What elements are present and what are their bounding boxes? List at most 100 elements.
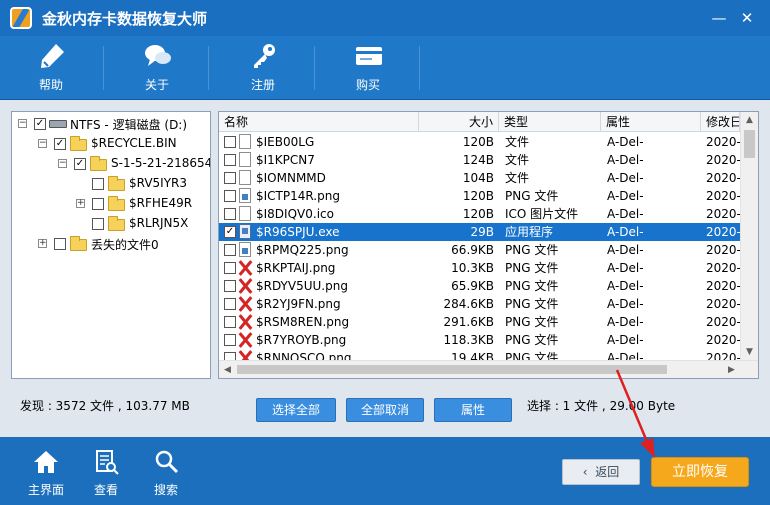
tree-checkbox[interactable]	[92, 178, 104, 190]
column-header-size[interactable]: 大小	[419, 112, 499, 132]
file-modified: 2020-	[706, 189, 740, 203]
file-checkbox[interactable]: ✓	[224, 226, 236, 238]
toolbar-about-button[interactable]: 关于	[122, 40, 192, 96]
file-type: PNG 文件	[505, 279, 559, 293]
bottom-bar: 主界面 查看 搜索 ‹ 返回 立即恢复	[0, 437, 770, 505]
close-button[interactable]: ✕	[736, 7, 758, 29]
file-checkbox[interactable]	[224, 208, 236, 220]
tree-node[interactable]: + 丢失的文件0	[12, 234, 210, 254]
tree-checkbox[interactable]: ✓	[74, 158, 86, 170]
scroll-right-icon[interactable]: ▶	[723, 362, 740, 378]
tree-checkbox[interactable]	[92, 218, 104, 230]
file-size: 118.3KB	[443, 333, 494, 347]
column-header-attributes[interactable]: 属性	[601, 112, 701, 132]
file-name: $I1KPCN7	[256, 153, 315, 167]
tree-expander[interactable]: −	[58, 159, 67, 168]
pen-icon	[41, 44, 64, 68]
home-icon	[34, 451, 58, 473]
tree-node[interactable]: + $RFHE49R	[12, 194, 210, 214]
file-checkbox[interactable]	[224, 280, 236, 292]
tree-checkbox[interactable]: ✓	[34, 118, 46, 130]
file-row[interactable]: $RSM8REN.png 291.6KB PNG 文件 A-Del- 2020-	[219, 313, 740, 331]
scroll-left-icon[interactable]: ◀	[219, 362, 236, 378]
toolbar-help-button[interactable]: 帮助	[16, 40, 86, 96]
scroll-down-icon[interactable]: ▼	[741, 344, 758, 360]
file-checkbox[interactable]	[224, 298, 236, 310]
column-header-modified[interactable]: 修改日	[701, 112, 740, 132]
file-attributes: A-Del-	[607, 261, 644, 275]
file-attributes: A-Del-	[607, 225, 644, 239]
file-attributes: A-Del-	[607, 297, 644, 311]
file-checkbox[interactable]	[224, 262, 236, 274]
column-header-name[interactable]: 名称	[219, 112, 419, 132]
tree-checkbox[interactable]	[92, 198, 104, 210]
tree-expander[interactable]: −	[38, 139, 47, 148]
search-button[interactable]: 搜索	[139, 445, 193, 499]
selection-status: 选择 : 1 文件 , 29.00 Byte	[527, 399, 676, 413]
app-window: 金秋内存卡数据恢复大师 — ✕ 帮助 关于 注册 购买 − ✓ NTFS - 逻…	[0, 0, 770, 505]
file-name: $R7YROYB.png	[256, 333, 347, 347]
file-row[interactable]: $RDYV5UU.png 65.9KB PNG 文件 A-Del- 2020-	[219, 277, 740, 295]
folder-icon	[90, 156, 107, 171]
file-row[interactable]: $RKPTAIJ.png 10.3KB PNG 文件 A-Del- 2020-	[219, 259, 740, 277]
file-row[interactable]: $RPMQ225.png 66.9KB PNG 文件 A-Del- 2020-	[219, 241, 740, 259]
folder-icon	[108, 196, 125, 211]
home-button[interactable]: 主界面	[19, 445, 73, 499]
tree-node[interactable]: $RLRJN5X	[12, 214, 210, 234]
scroll-up-icon[interactable]: ▲	[741, 112, 758, 128]
back-label: 返回	[595, 465, 620, 479]
scroll-thumb[interactable]	[744, 130, 755, 158]
file-checkbox[interactable]	[224, 190, 236, 202]
file-type: 文件	[505, 153, 530, 167]
file-checkbox[interactable]	[224, 334, 236, 346]
toolbar-register-button[interactable]: 注册	[228, 40, 298, 96]
file-icon	[239, 134, 251, 149]
tree-expander[interactable]: +	[76, 199, 85, 208]
file-type: ICO 图片文件	[505, 207, 579, 221]
key-icon	[254, 44, 275, 68]
file-checkbox[interactable]	[224, 154, 236, 166]
scroll-thumb[interactable]	[237, 365, 667, 374]
file-checkbox[interactable]	[224, 316, 236, 328]
file-row[interactable]: $I1KPCN7 124B 文件 A-Del- 2020-	[219, 151, 740, 169]
document-view-icon	[96, 450, 119, 475]
recover-now-button[interactable]: 立即恢复	[651, 457, 749, 487]
file-checkbox[interactable]	[224, 136, 236, 148]
column-header-type[interactable]: 类型	[499, 112, 601, 132]
deselect-all-button[interactable]: 全部取消	[346, 398, 424, 422]
folder-icon	[70, 236, 87, 251]
select-all-button[interactable]: 选择全部	[256, 398, 336, 422]
file-checkbox[interactable]	[224, 172, 236, 184]
tree-node[interactable]: − ✓ $RECYCLE.BIN	[12, 134, 210, 154]
file-row[interactable]: $ICTP14R.png 120B PNG 文件 A-Del- 2020-	[219, 187, 740, 205]
toolbar-buy-button[interactable]: 购买	[333, 40, 403, 96]
file-modified: 2020-	[706, 297, 740, 311]
toolbar-divider	[419, 46, 420, 90]
file-row[interactable]: $I8DIQV0.ico 120B ICO 图片文件 A-Del- 2020-	[219, 205, 740, 223]
file-modified: 2020-	[706, 315, 740, 329]
horizontal-scrollbar[interactable]: ◀ ▶	[219, 360, 758, 378]
file-row[interactable]: ✓ $R96SPJU.exe 29B 应用程序 A-Del- 2020-	[219, 223, 740, 241]
back-button[interactable]: ‹ 返回	[562, 459, 640, 485]
tree-node[interactable]: $RV5IYR3	[12, 174, 210, 194]
tree-expander[interactable]: −	[18, 119, 27, 128]
file-size: 29B	[470, 225, 494, 239]
properties-button[interactable]: 属性	[434, 398, 512, 422]
tree-node[interactable]: − ✓ S-1-5-21-2186544	[12, 154, 210, 174]
file-row[interactable]: $IOMNMMD 104B 文件 A-Del- 2020-	[219, 169, 740, 187]
file-attributes: A-Del-	[607, 135, 644, 149]
view-button[interactable]: 查看	[79, 445, 133, 499]
tree-expander[interactable]: +	[38, 239, 47, 248]
file-row[interactable]: $R7YROYB.png 118.3KB PNG 文件 A-Del- 2020-	[219, 331, 740, 349]
file-checkbox[interactable]	[224, 244, 236, 256]
file-modified: 2020-	[706, 261, 740, 275]
toolbar-help-label: 帮助	[38, 78, 63, 92]
minimize-button[interactable]: —	[708, 7, 730, 29]
file-row[interactable]: $R2YJ9FN.png 284.6KB PNG 文件 A-Del- 2020-	[219, 295, 740, 313]
vertical-scrollbar[interactable]: ▲ ▼	[740, 112, 758, 360]
tree-checkbox[interactable]: ✓	[54, 138, 66, 150]
tree-node-root[interactable]: − ✓ NTFS - 逻辑磁盘 (D:)	[12, 114, 210, 134]
file-row[interactable]: $IEB00LG 120B 文件 A-Del- 2020-	[219, 133, 740, 151]
file-size: 120B	[462, 207, 494, 221]
tree-checkbox[interactable]	[54, 238, 66, 250]
